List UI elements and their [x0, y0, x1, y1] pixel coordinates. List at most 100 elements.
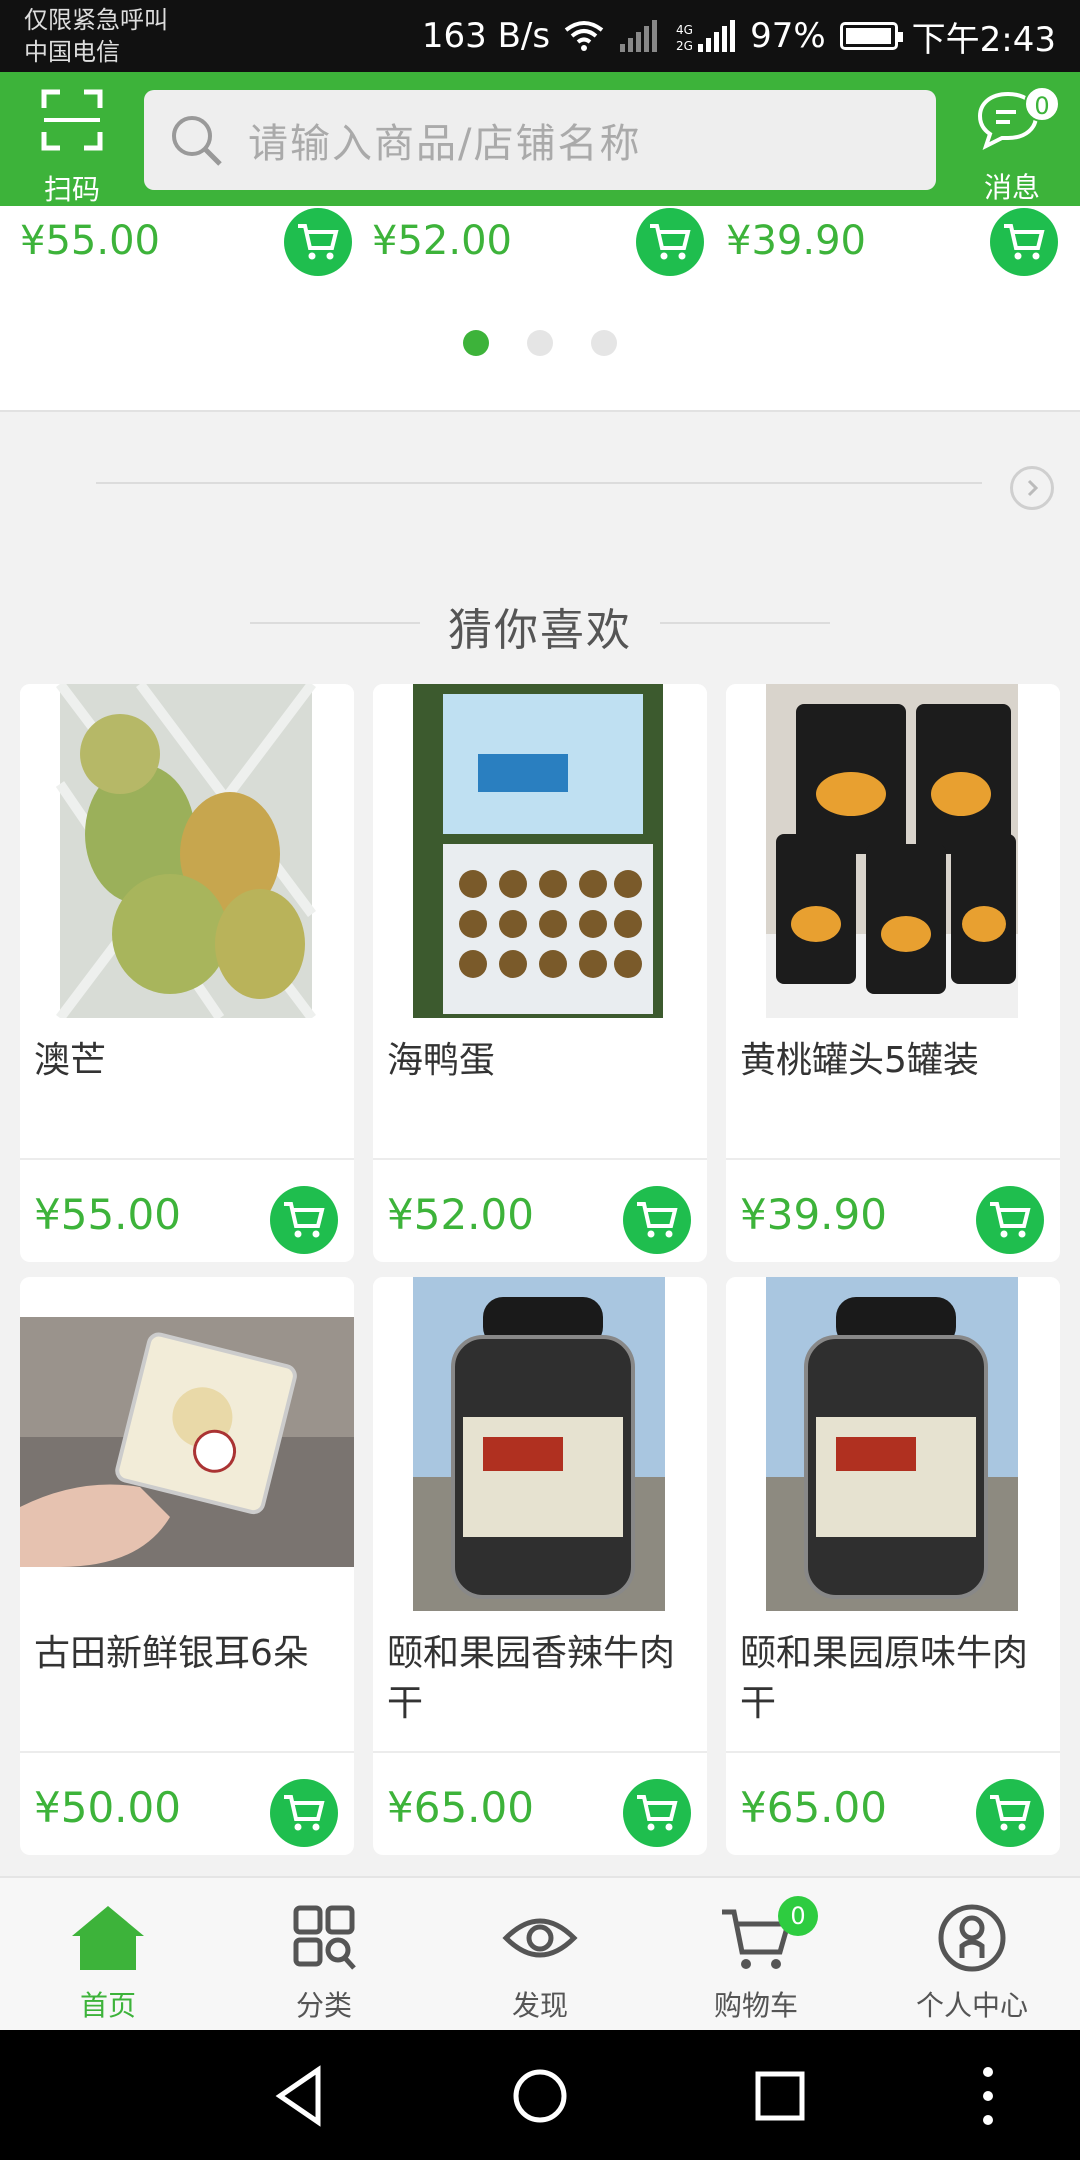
product-image[interactable]	[726, 684, 1060, 1018]
product-card[interactable]: 颐和果园原味牛肉干 ¥65.00	[726, 1277, 1060, 1855]
product-price: ¥50.00	[34, 1783, 181, 1832]
carousel-add-cart-button[interactable]	[990, 208, 1058, 276]
nav-item-category[interactable]: 分类	[216, 1878, 432, 2032]
add-to-cart-button[interactable]	[623, 1186, 691, 1254]
nav-label-home: 首页	[79, 1989, 136, 2022]
message-count-badge: 0	[1024, 86, 1060, 122]
search-placeholder: 请输入商品/店铺名称	[248, 121, 642, 167]
product-name: 海鸭蛋	[387, 1040, 496, 1081]
recommend-carousel[interactable]: ¥55.00 ¥52.00 ¥39.90	[0, 206, 1080, 412]
back-icon[interactable]	[264, 2060, 336, 2132]
product-image[interactable]	[373, 684, 707, 1018]
cart-icon	[1004, 224, 1045, 260]
product-card[interactable]: 古田新鲜银耳6朵 ¥50.00	[20, 1277, 354, 1855]
card-divider	[726, 1751, 1060, 1753]
carousel-price: ¥55.00	[20, 218, 160, 264]
add-to-cart-button[interactable]	[270, 1186, 338, 1254]
cart-icon	[637, 1795, 678, 1831]
signal-4g-icon: 4G 2G	[676, 20, 736, 52]
search-input[interactable]: 请输入商品/店铺名称	[144, 90, 936, 190]
clock: 下午2:43	[911, 19, 1056, 60]
category-icon	[293, 1905, 356, 1970]
card-divider	[20, 1751, 354, 1753]
product-name: 颐和果园原味牛肉干	[740, 1633, 1029, 1724]
add-to-cart-button[interactable]	[976, 1779, 1044, 1847]
battery-percent: 97%	[750, 16, 826, 56]
product-card[interactable]: 海鸭蛋 ¥52.00	[373, 684, 707, 1262]
add-to-cart-button[interactable]	[976, 1186, 1044, 1254]
recents-icon[interactable]	[744, 2060, 816, 2132]
guess-you-like-header: 猜你喜欢	[0, 586, 1080, 656]
svg-text:4G: 4G	[676, 23, 693, 37]
cart-icon	[284, 1795, 325, 1831]
add-to-cart-button[interactable]	[270, 1779, 338, 1847]
status-indicators: 163 B/s 4G 2G 97% 下午2:43	[421, 14, 1056, 60]
nav-item-cart[interactable]: 0 购物车	[648, 1878, 864, 2032]
nav-label-cart: 购物车	[713, 1989, 798, 2022]
notice-more-button[interactable]	[1010, 466, 1054, 510]
scan-button[interactable]: 扫码	[24, 82, 120, 206]
product-image[interactable]	[726, 1277, 1060, 1611]
notice-divider	[96, 482, 982, 484]
title-line-right	[660, 622, 830, 624]
card-divider	[726, 1158, 1060, 1160]
product-card[interactable]: 黄桃罐头5罐装 ¥39.90	[726, 684, 1060, 1262]
cart-icon	[650, 224, 691, 260]
cart-icon	[284, 1202, 325, 1238]
eye-icon	[502, 1918, 578, 1958]
product-price: ¥39.90	[740, 1190, 887, 1239]
scan-icon	[41, 89, 103, 151]
nav-item-discover[interactable]: 发现	[432, 1878, 648, 2032]
chevron-right-icon	[1027, 479, 1039, 497]
svg-text:2G: 2G	[676, 39, 693, 52]
carousel-price: ¥39.90	[726, 218, 866, 264]
carrier-info: 仅限紧急呼叫 中国电信	[24, 4, 168, 68]
product-price: ¥65.00	[740, 1783, 887, 1832]
nav-item-home[interactable]: 首页	[0, 1878, 216, 2032]
nav-label-profile: 个人中心	[915, 1989, 1028, 2022]
battery-icon	[839, 22, 903, 50]
wifi-icon	[564, 21, 604, 51]
scan-label: 扫码	[43, 173, 100, 206]
pagination-dot[interactable]	[591, 330, 617, 356]
net-speed: 163 B/s	[421, 16, 551, 56]
pagination-dot[interactable]	[527, 330, 553, 356]
nav-label-discover: 发现	[511, 1989, 568, 2022]
bottom-nav: 首页 分类 发现 0 购物车 个人中心	[0, 1876, 1080, 2030]
product-image[interactable]	[20, 1277, 354, 1611]
cart-icon	[298, 224, 339, 260]
home-icon	[72, 1906, 144, 1970]
card-divider	[373, 1751, 707, 1753]
nav-item-profile[interactable]: 个人中心	[864, 1878, 1080, 2032]
card-divider	[20, 1158, 354, 1160]
add-to-cart-button[interactable]	[623, 1779, 691, 1847]
carrier-line-emergency: 仅限紧急呼叫	[24, 6, 168, 34]
carousel-item[interactable]: ¥52.00	[372, 206, 512, 276]
product-card[interactable]: 颐和果园香辣牛肉干 ¥65.00	[373, 1277, 707, 1855]
cart-icon	[637, 1202, 678, 1238]
product-image[interactable]	[373, 1277, 707, 1611]
product-price: ¥65.00	[387, 1783, 534, 1832]
search-icon	[172, 116, 222, 166]
carousel-add-cart-button[interactable]	[636, 208, 704, 276]
carrier-line-name: 中国电信	[24, 38, 120, 66]
home-button-icon[interactable]	[504, 2060, 576, 2132]
nav-label-category: 分类	[295, 1989, 352, 2022]
carousel-item[interactable]: ¥39.90	[726, 206, 866, 276]
carousel-add-cart-button[interactable]	[284, 208, 352, 276]
more-options-icon[interactable]	[952, 2060, 1024, 2132]
cart-count-badge: 0	[778, 1896, 818, 1936]
product-price: ¥52.00	[387, 1190, 534, 1239]
product-name: 黄桃罐头5罐装	[740, 1040, 979, 1081]
product-image[interactable]	[20, 684, 354, 1022]
carousel-item[interactable]: ¥55.00	[20, 206, 160, 276]
product-price: ¥55.00	[34, 1190, 181, 1239]
system-nav-bar	[0, 2030, 1080, 2160]
signal-icon	[620, 20, 658, 52]
product-name: 古田新鲜银耳6朵	[34, 1633, 309, 1674]
message-button[interactable]: 0 消息	[960, 80, 1064, 204]
app-header: 扫码 请输入商品/店铺名称 0 消息	[0, 72, 1080, 206]
product-card[interactable]: 澳芒 ¥55.00	[20, 684, 354, 1262]
pagination-dot[interactable]	[463, 330, 489, 356]
cart-icon	[990, 1202, 1031, 1238]
